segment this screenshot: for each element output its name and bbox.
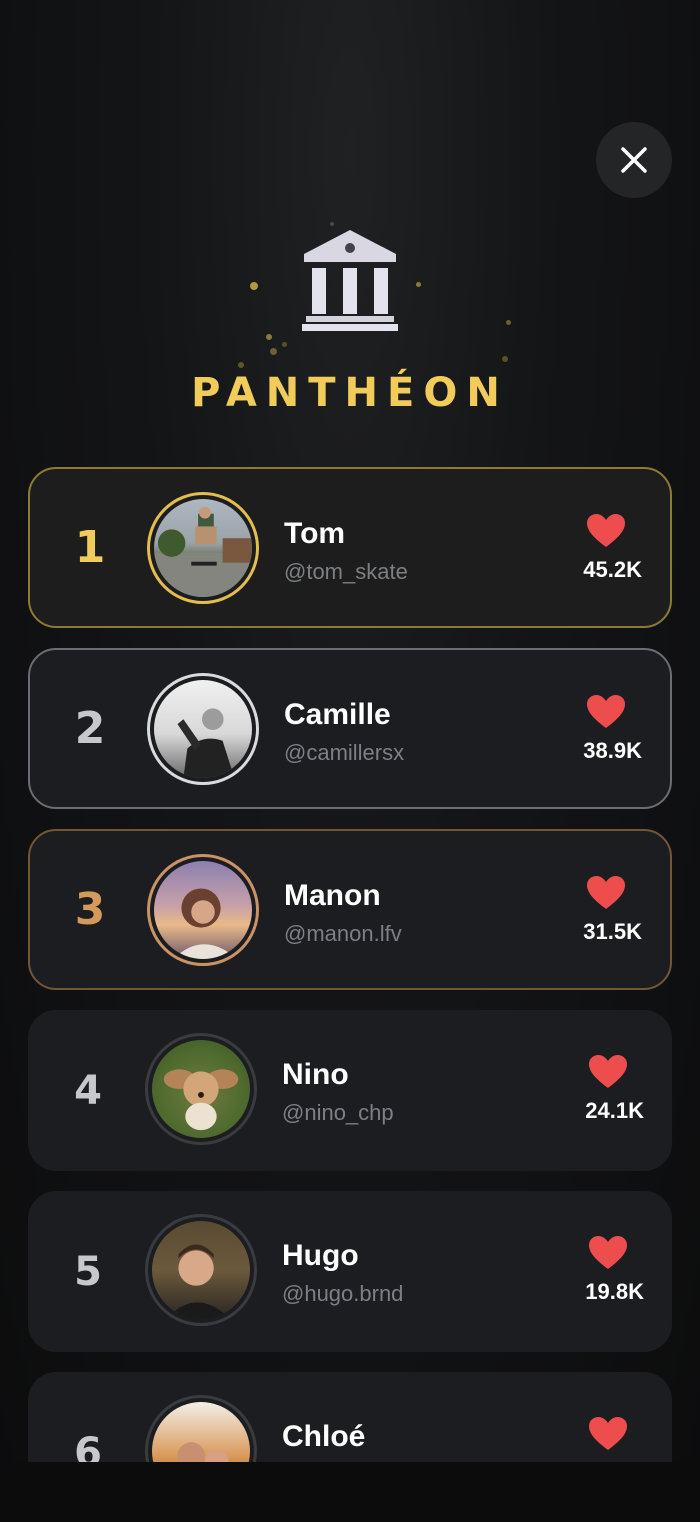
user-name: Manon [284, 879, 381, 912]
photo-manon [173, 888, 238, 959]
likes-count: 19.8K [585, 1279, 644, 1304]
leaderboard-row[interactable]: 4 Nino @nino_chp 24.1K [28, 1010, 672, 1171]
user-name: Tom [284, 517, 346, 550]
likes-count: 45.2K [583, 557, 642, 582]
avatar[interactable] [145, 1214, 257, 1326]
rank-number: 3 [74, 884, 106, 935]
leaderboard-list[interactable]: 1 Tom @tom_skate 45.2K 2 Camille @camill… [28, 467, 672, 1462]
heart-icon [587, 695, 625, 728]
photo-camille [177, 708, 235, 778]
photo-dog [163, 1069, 239, 1131]
heart-icon [587, 514, 625, 547]
rank-number: 1 [74, 522, 106, 573]
likes: 38.9K [542, 694, 642, 764]
avatar[interactable] [145, 1033, 257, 1145]
likes: 19.8K [544, 1235, 644, 1305]
photo-hugo [166, 1244, 231, 1319]
close-icon [621, 147, 647, 173]
header: PANTHÉON [0, 210, 700, 430]
heart-icon [589, 1055, 627, 1088]
user-handle: @hugo.brnd [282, 1281, 404, 1306]
sparkle-dot [330, 222, 334, 226]
rank-number: 6 [74, 1429, 102, 1463]
avatar[interactable] [147, 492, 259, 604]
leaderboard-row[interactable]: 5 Hugo @hugo.brnd 19.8K [28, 1191, 672, 1352]
user-name: Hugo [282, 1239, 359, 1272]
close-button[interactable] [596, 122, 672, 198]
likes-count: 31.5K [583, 919, 642, 944]
avatar[interactable] [147, 854, 259, 966]
sparkle-dot [250, 282, 258, 290]
sparkle-dot [416, 282, 421, 287]
heart-icon [587, 876, 625, 909]
heart-icon [589, 1236, 627, 1269]
user-name: Chloé [282, 1420, 366, 1453]
likes: 24.1K [544, 1054, 644, 1124]
sparkle-dot [266, 334, 272, 340]
user-handle: @tom_skate [284, 559, 408, 584]
user-name: Camille [284, 698, 391, 731]
leaderboard-row[interactable]: 1 Tom @tom_skate 45.2K [28, 467, 672, 628]
sparkle-dot [270, 348, 277, 355]
rank-number: 2 [74, 703, 106, 754]
rank-number: 4 [74, 1067, 102, 1114]
likes: 45.2K [542, 513, 642, 583]
pantheon-icon [302, 230, 398, 331]
likes-count: 38.9K [583, 738, 642, 763]
heart-icon [589, 1417, 627, 1450]
rank-number: 5 [74, 1248, 102, 1295]
leaderboard-row[interactable]: 6 Chloé [28, 1372, 672, 1462]
leaderboard-row[interactable]: 2 Camille @camillersx 38.9K [28, 648, 672, 809]
user-handle: @manon.lfv [284, 921, 402, 946]
avatar[interactable] [145, 1395, 257, 1462]
sparkle-dot [282, 342, 287, 347]
page-title: PANTHÉON [191, 370, 509, 416]
likes [544, 1416, 644, 1460]
photo-skater [154, 506, 252, 597]
user-handle: @camillersx [284, 740, 405, 765]
leaderboard-row[interactable]: 3 Manon @manon.lfv 31.5K [28, 829, 672, 990]
bottom-cutoff [0, 1462, 700, 1522]
likes: 31.5K [542, 875, 642, 945]
user-name: Nino [282, 1058, 349, 1091]
likes-count: 24.1K [585, 1098, 644, 1123]
avatar[interactable] [147, 673, 259, 785]
sparkle-dot [502, 356, 508, 362]
sparkle-dot [238, 362, 244, 368]
sparkle-dot [506, 320, 511, 325]
photo-chloe [177, 1442, 229, 1462]
user-handle: @nino_chp [282, 1100, 394, 1125]
